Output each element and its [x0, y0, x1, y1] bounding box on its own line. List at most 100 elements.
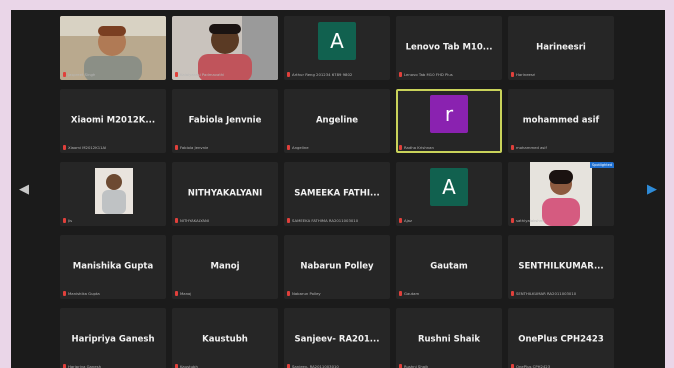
- participant-name: Angeline: [315, 115, 359, 126]
- participant-name: Manoj: [210, 261, 240, 272]
- participant-label: Fabiola Jenvnie: [180, 145, 209, 150]
- participant-label: Lenovo Tab M10 FHD Plus: [404, 72, 453, 77]
- prev-page-button[interactable]: ◀: [19, 182, 29, 197]
- status-badge: Spotlighted: [589, 162, 614, 168]
- name-overlay: Angeline: [287, 144, 387, 151]
- participant-label: Rushni Shaik: [404, 364, 429, 368]
- participant-tile[interactable]: Xiaomi M2012K... Xiaomi M2012K11AI: [60, 89, 166, 153]
- mic-muted-icon: [399, 364, 402, 368]
- participant-gallery: Jaspreet Singh Kalaiyarasi Padmavathi A Art…: [60, 16, 616, 368]
- mic-muted-icon: [287, 72, 290, 77]
- mic-muted-icon: [175, 72, 178, 77]
- mic-muted-icon: [511, 218, 514, 223]
- participant-tile[interactable]: SAMEEKA FATHI... SAMEEKA FATHIMA RA201100…: [284, 162, 390, 226]
- participant-tile[interactable]: Haripriya Ganesh Haripriya Ganesh: [60, 308, 166, 368]
- mic-muted-icon: [399, 291, 402, 296]
- name-overlay: Xiaomi M2012K11AI: [63, 144, 163, 151]
- participant-tile[interactable]: Harineesri Harineesri: [508, 16, 614, 80]
- name-overlay: Kalaiyarasi Padmavathi: [175, 71, 275, 78]
- name-overlay: Jaspreet Singh: [63, 71, 163, 78]
- name-overlay: Harineesri: [511, 71, 611, 78]
- mic-muted-icon: [175, 218, 178, 223]
- name-overlay: Radha Krishnan: [399, 144, 499, 151]
- participant-label: Radha Krishnan: [404, 145, 434, 150]
- avatar: A: [318, 22, 356, 60]
- name-overlay: mohammed asif: [511, 144, 611, 151]
- participant-label: SENTHILKUMAR RA2011003010: [516, 291, 577, 296]
- participant-label: Arthur Reng 201234 6789 9802: [292, 72, 353, 77]
- participant-tile[interactable]: Nabarun Polley Nabarun Polley: [284, 235, 390, 299]
- participant-tile[interactable]: r Radha Krishnan: [396, 89, 502, 153]
- mic-muted-icon: [63, 218, 66, 223]
- participant-tile[interactable]: Spotlighted sathiyalakshmi: [508, 162, 614, 226]
- participant-label: Kaustubh: [180, 364, 198, 368]
- participant-tile[interactable]: Rushni Shaik Rushni Shaik: [396, 308, 502, 368]
- mic-muted-icon: [511, 364, 514, 368]
- participant-label: NITHYAKALYANI: [180, 218, 209, 223]
- name-overlay: Rushni Shaik: [399, 363, 499, 368]
- participant-tile[interactable]: Lenovo Tab M10... Lenovo Tab M10 FHD Plus: [396, 16, 502, 80]
- participant-label: Jaspreet Singh: [68, 72, 96, 77]
- participant-name: Sanjeev- RA201...: [294, 334, 380, 345]
- participant-label: Manoj: [180, 291, 192, 296]
- name-overlay: SAMEEKA FATHIMA RA2011003010: [287, 217, 387, 224]
- participant-name: Manishika Gupta: [72, 261, 154, 272]
- participant-name: Fabiola Jenvnie: [188, 115, 262, 126]
- participant-name: OnePlus CPH2423: [518, 334, 604, 345]
- mic-muted-icon: [287, 218, 290, 223]
- chevron-left-icon: ◀: [19, 182, 29, 197]
- participant-name: SAMEEKA FATHI...: [294, 188, 380, 199]
- avatar: r: [430, 95, 468, 133]
- meeting-window: ◀ ▶ Jaspreet Singh Kalaiyarasi Padmavathi…: [11, 10, 665, 368]
- participant-label: Kalaiyarasi Padmavathi: [180, 72, 225, 77]
- next-page-button[interactable]: ▶: [647, 182, 657, 197]
- participant-label: Sanjeev- RA2011003010: [292, 364, 339, 368]
- participant-tile[interactable]: A Arthur Reng 201234 6789 9802: [284, 16, 390, 80]
- name-overlay: Jis: [63, 217, 163, 224]
- mic-muted-icon: [399, 72, 402, 77]
- participant-label: Manishika Gupta: [68, 291, 100, 296]
- participant-tile[interactable]: Manoj Manoj: [172, 235, 278, 299]
- name-overlay: Ajaz: [399, 217, 499, 224]
- participant-tile[interactable]: OnePlus CPH2423 OnePlus CPH2423: [508, 308, 614, 368]
- name-overlay: SENTHILKUMAR RA2011003010: [511, 290, 611, 297]
- participant-tile[interactable]: Kalaiyarasi Padmavathi: [172, 16, 278, 80]
- mic-muted-icon: [287, 291, 290, 296]
- participant-tile[interactable]: NITHYAKALYANI NITHYAKALYANI: [172, 162, 278, 226]
- mic-muted-icon: [287, 145, 290, 150]
- mic-muted-icon: [63, 364, 66, 368]
- avatar: A: [430, 168, 468, 206]
- participant-label: Gautam: [404, 291, 420, 296]
- mic-muted-icon: [63, 291, 66, 296]
- participant-tile[interactable]: mohammed asif mohammed asif: [508, 89, 614, 153]
- name-overlay: Gautam: [399, 290, 499, 297]
- participant-label: Nabarun Polley: [292, 291, 321, 296]
- mic-muted-icon: [511, 291, 514, 296]
- participant-tile[interactable]: Jaspreet Singh: [60, 16, 166, 80]
- participant-label: mohammed asif: [516, 145, 547, 150]
- mic-muted-icon: [287, 364, 290, 368]
- participant-tile[interactable]: Jis: [60, 162, 166, 226]
- mic-muted-icon: [175, 364, 178, 368]
- participant-tile[interactable]: A Ajaz: [396, 162, 502, 226]
- participant-tile[interactable]: Fabiola Jenvnie Fabiola Jenvnie: [172, 89, 278, 153]
- name-overlay: Sanjeev- RA2011003010: [287, 363, 387, 368]
- participant-label: Haripriya Ganesh: [68, 364, 102, 368]
- participant-name: SENTHILKUMAR...: [518, 261, 604, 272]
- participant-name: Haripriya Ganesh: [71, 334, 155, 345]
- name-overlay: Fabiola Jenvnie: [175, 144, 275, 151]
- participant-name: Kaustubh: [202, 334, 248, 345]
- name-overlay: Kaustubh: [175, 363, 275, 368]
- participant-tile[interactable]: Kaustubh Kaustubh: [172, 308, 278, 368]
- participant-tile[interactable]: SENTHILKUMAR... SENTHILKUMAR RA2011003010: [508, 235, 614, 299]
- name-overlay: Nabarun Polley: [287, 290, 387, 297]
- participant-tile[interactable]: Angeline Angeline: [284, 89, 390, 153]
- participant-tile[interactable]: Manishika Gupta Manishika Gupta: [60, 235, 166, 299]
- participant-name: Harineesri: [536, 42, 586, 53]
- mic-muted-icon: [63, 72, 66, 77]
- participant-label: Ajaz: [404, 218, 412, 223]
- participant-label: sathiyalakshmi: [516, 218, 545, 223]
- participant-tile[interactable]: Gautam Gautam: [396, 235, 502, 299]
- participant-name: Xiaomi M2012K...: [70, 115, 156, 126]
- participant-tile[interactable]: Sanjeev- RA201... Sanjeev- RA2011003010: [284, 308, 390, 368]
